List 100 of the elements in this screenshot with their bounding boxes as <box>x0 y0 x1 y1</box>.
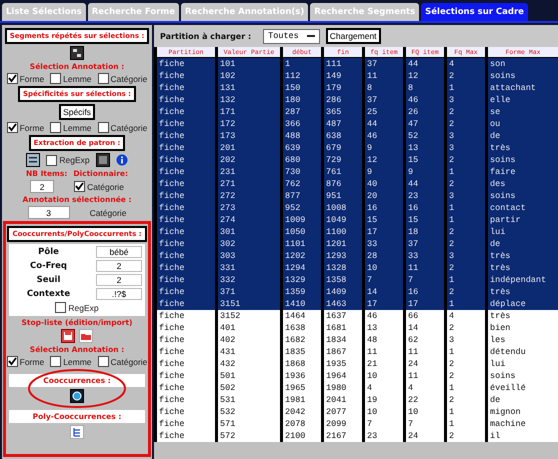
table-cell: très <box>486 262 558 274</box>
checkbox[interactable] <box>98 73 109 84</box>
checkbox[interactable] <box>6 122 18 133</box>
checkbox[interactable] <box>98 356 109 367</box>
table-cell: 1359 <box>282 286 322 298</box>
table-row[interactable]: fiche 132 180 286 37 46 3 elle <box>156 94 558 106</box>
field-label: Catégorie <box>90 208 126 218</box>
table-row[interactable]: fiche 532 2042 2077 10 10 1 mignon <box>156 406 558 418</box>
parameter-field[interactable]: 2 <box>96 274 142 286</box>
table-row[interactable]: fiche 501 1936 1964 10 11 2 soins <box>156 370 558 382</box>
table-row[interactable]: fiche 431 1835 1867 11 11 1 détendu <box>156 346 558 358</box>
table-cell: 287 <box>282 106 322 118</box>
table-row[interactable]: fiche 3151 1410 1463 17 17 1 déplace <box>156 298 558 310</box>
tab[interactable]: Sélections sur Cadre <box>421 3 528 21</box>
parameter-field[interactable]: .!?$ <box>96 288 142 300</box>
table-row[interactable]: fiche 271 762 876 40 44 2 des <box>156 178 558 190</box>
parameter-field[interactable]: bébé <box>96 246 142 258</box>
checkbox[interactable] <box>50 73 62 84</box>
table-cell: 18 <box>404 226 446 238</box>
table-row[interactable]: fiche 571 2078 2099 7 7 1 machine <box>156 418 558 430</box>
table-row[interactable]: fiche 331 1294 1328 10 11 2 très <box>156 262 558 274</box>
table-row[interactable]: fiche 102 112 149 11 12 2 soins <box>156 70 558 82</box>
load-button[interactable]: Chargement <box>326 28 381 44</box>
info-icon[interactable] <box>116 154 128 166</box>
circle-icon[interactable] <box>70 389 84 403</box>
table-cell: faire <box>486 166 558 178</box>
table-row[interactable]: fiche 231 730 761 9 9 1 faire <box>156 166 558 178</box>
table-cell: fiche <box>156 118 216 130</box>
table-row[interactable]: fiche 3152 1464 1637 46 66 4 très <box>156 310 558 322</box>
table-row[interactable]: fiche 502 1965 1980 4 4 1 éveillé <box>156 382 558 394</box>
checkbox[interactable] <box>6 73 18 84</box>
table-cell: 17 <box>364 226 404 238</box>
table-row[interactable]: fiche 402 1682 1834 48 62 3 les <box>156 334 558 346</box>
specifs-button[interactable]: Spécifs <box>59 104 95 120</box>
checkbox[interactable] <box>50 356 62 367</box>
table-cell: 102 <box>216 70 282 82</box>
table-row[interactable]: fiche 101 1 111 37 44 4 son <box>156 58 558 70</box>
checkbox[interactable] <box>6 356 18 367</box>
table-cell: 22 <box>404 394 446 406</box>
table-cell: 531 <box>216 394 282 406</box>
folder-icon[interactable] <box>79 329 93 343</box>
table-cell: 2 <box>446 394 486 406</box>
table-cell: 172 <box>216 118 282 130</box>
table-row[interactable]: fiche 531 1981 2041 19 22 2 de <box>156 394 558 406</box>
table-cell: 1100 <box>322 226 364 238</box>
table-row[interactable]: fiche 302 1101 1201 33 37 2 de <box>156 238 558 250</box>
table-cell: 638 <box>322 130 364 142</box>
table-row[interactable]: fiche 303 1202 1293 28 33 3 très <box>156 250 558 262</box>
table-cell: 1 <box>282 58 322 70</box>
table-row[interactable]: fiche 272 877 951 20 23 3 soins <box>156 190 558 202</box>
table-cell: elle <box>486 94 558 106</box>
table-cell: 171 <box>216 106 282 118</box>
table-row[interactable]: fiche 131 150 179 8 8 1 attachant <box>156 82 558 94</box>
list-icon[interactable] <box>26 153 40 167</box>
table-row[interactable]: fiche 301 1050 1100 17 18 2 lui <box>156 226 558 238</box>
table-row[interactable]: fiche 172 366 487 44 47 2 ou <box>156 118 558 130</box>
table-cell: 12 <box>404 70 446 82</box>
checkbox[interactable] <box>46 154 58 166</box>
table-row[interactable]: fiche 273 952 1008 16 16 1 contact <box>156 202 558 214</box>
table-cell: fiche <box>156 406 216 418</box>
table-cell: 23 <box>364 430 404 442</box>
table-cell: les <box>486 334 558 346</box>
table-cell: 876 <box>322 178 364 190</box>
table-icon[interactable] <box>96 153 110 167</box>
nb-items-field[interactable]: 2 <box>30 180 54 193</box>
checkbox[interactable] <box>74 181 86 192</box>
table-row[interactable]: fiche 371 1359 1409 14 16 2 très <box>156 286 558 298</box>
table-cell: 202 <box>216 154 282 166</box>
table-cell: 21 <box>364 358 404 370</box>
table-cell: 149 <box>322 70 364 82</box>
table-cell: 15 <box>404 154 446 166</box>
table-row[interactable]: fiche 572 2100 2167 23 24 2 il <box>156 430 558 442</box>
table-row[interactable]: fiche 332 1329 1358 7 7 1 indépendant <box>156 274 558 286</box>
table-row[interactable]: fiche 173 488 638 46 52 3 de <box>156 130 558 142</box>
tree-icon[interactable] <box>70 425 84 439</box>
annotation-field[interactable]: 3 <box>28 206 70 219</box>
checkbox-label: Catégorie <box>110 74 148 84</box>
table-cell: 1682 <box>282 334 322 346</box>
table-cell: 1328 <box>322 262 364 274</box>
table-cell: 1202 <box>282 250 322 262</box>
table-cell: 3 <box>446 250 486 262</box>
table-row[interactable]: fiche 171 287 365 25 26 2 se <box>156 106 558 118</box>
partition-dropdown[interactable]: Toutes <box>263 28 320 44</box>
field-label: Contexte <box>26 289 72 299</box>
table-row[interactable]: fiche 401 1638 1681 13 14 2 bien <box>156 322 558 334</box>
parameter-field[interactable]: 2 <box>96 260 142 272</box>
table-row[interactable]: fiche 274 1009 1049 15 15 1 partir <box>156 214 558 226</box>
table-cell: 1 <box>446 82 486 94</box>
checkbox[interactable] <box>50 122 62 133</box>
table-row[interactable]: fiche 202 680 729 12 15 2 soins <box>156 154 558 166</box>
table-cell: 1463 <box>322 298 364 310</box>
table-row[interactable]: fiche 432 1868 1935 21 24 2 lui <box>156 358 558 370</box>
checkbox[interactable] <box>98 122 109 133</box>
table-cell: 52 <box>404 130 446 142</box>
grid-icon[interactable] <box>70 46 84 60</box>
checkbox[interactable] <box>55 302 66 313</box>
table-cell: 111 <box>322 58 364 70</box>
table-row[interactable]: fiche 201 639 679 9 13 3 très <box>156 142 558 154</box>
table-cell: 303 <box>216 250 282 262</box>
table-cell: 572 <box>216 430 282 442</box>
